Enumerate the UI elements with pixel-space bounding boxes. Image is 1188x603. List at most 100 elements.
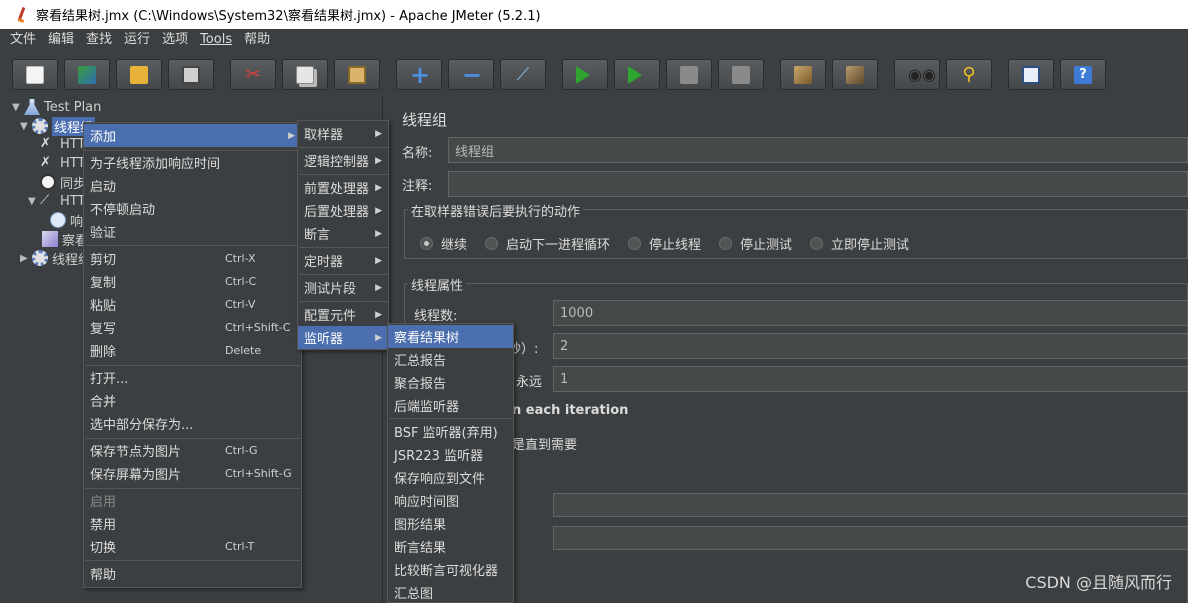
start-no-pauses-button[interactable] (614, 59, 660, 90)
tree-node-thread-group[interactable]: ▶ 线程组 (20, 249, 91, 268)
expand-button[interactable]: + (396, 59, 442, 90)
expand-arrow-icon[interactable]: ▼ (28, 196, 40, 207)
menu-item-save-screen-image[interactable]: 保存屏幕为图片 Ctrl+Shift-G (84, 462, 301, 485)
radio-stop-thread[interactable]: 停止线程 (628, 234, 701, 253)
menu-item-save-selection-as[interactable]: 选中部分保存为... (84, 412, 301, 435)
menu-help[interactable]: 帮助 (238, 29, 276, 51)
submenu-item-assertion[interactable]: 断言 ▶ (298, 222, 388, 245)
shutdown-button[interactable] (718, 59, 764, 90)
tree-node-test-plan[interactable]: ▼ Test Plan (12, 98, 101, 116)
clear-all-button[interactable] (832, 59, 878, 90)
menu-bar: 文件 编辑 查找 运行 选项 Tools 帮助 (0, 29, 1188, 51)
expand-arrow-icon[interactable]: ▼ (12, 102, 24, 113)
radio-stop-test-now[interactable]: 立即停止测试 (810, 234, 909, 253)
reset-search-button[interactable]: ⚲ (946, 59, 992, 90)
submenu-item-config-element[interactable]: 配置元件 ▶ (298, 303, 388, 326)
listener-item-jsr223-listener[interactable]: JSR223 监听器 (388, 443, 513, 466)
menu-item-cut[interactable]: 剪切 Ctrl-X (84, 247, 301, 270)
submenu-item-logic-controller[interactable]: 逻辑控制器 ▶ (298, 149, 388, 172)
menu-item-duplicate[interactable]: 复写 Ctrl+Shift-C (84, 316, 301, 339)
menu-search[interactable]: 查找 (80, 29, 118, 51)
submenu-arrow-icon: ▶ (375, 255, 382, 266)
function-helper-button[interactable] (1008, 59, 1054, 90)
name-field[interactable]: 线程组 (448, 137, 1188, 163)
help-button[interactable]: ? (1060, 59, 1106, 90)
submenu-arrow-icon: ▶ (375, 309, 382, 320)
menu-item-delete[interactable]: 删除 Delete (84, 339, 301, 362)
listener-item-graph-results[interactable]: 图形结果 (388, 512, 513, 535)
menu-item-toggle[interactable]: 切换 Ctrl-T (84, 535, 301, 558)
listener-item-save-responses[interactable]: 保存响应到文件 (388, 466, 513, 489)
submenu-item-post-processor[interactable]: 后置处理器 ▶ (298, 199, 388, 222)
tree-node-http-request[interactable]: ✗ HTT (40, 154, 85, 172)
listener-item-assertion-results[interactable]: 断言结果 (388, 535, 513, 558)
tree-node-http-request[interactable]: ▼ ⟋ HTT (28, 192, 85, 210)
collapse-button[interactable]: − (448, 59, 494, 90)
menu-run[interactable]: 运行 (118, 29, 156, 51)
menu-item-save-node-image[interactable]: 保存节点为图片 Ctrl-G (84, 439, 301, 462)
menu-item-validate[interactable]: 验证 (84, 220, 301, 243)
cut-icon: ✂ (245, 63, 261, 85)
listener-item-summary-graph[interactable]: 汇总图 (388, 581, 513, 603)
listener-item-backend-listener[interactable]: 后端监听器 (388, 394, 513, 417)
menu-options[interactable]: 选项 (156, 29, 194, 51)
menu-file[interactable]: 文件 (0, 29, 42, 51)
menu-separator (299, 274, 389, 275)
menu-item-merge[interactable]: 合并 (84, 389, 301, 412)
loop-count-field[interactable]: 1 (553, 366, 1188, 392)
stop-button[interactable] (666, 59, 712, 90)
cut-button[interactable]: ✂ (230, 59, 276, 90)
menu-item-start-no-pauses[interactable]: 不停顿启动 (84, 197, 301, 220)
menu-item-paste[interactable]: 粘贴 Ctrl-V (84, 293, 301, 316)
menu-item-enable[interactable]: 启用 (84, 489, 301, 512)
radio-start-next-loop[interactable]: 启动下一进程循环 (485, 234, 610, 253)
tree-node-response-assertion[interactable]: 响 (50, 211, 83, 230)
submenu-item-pre-processor[interactable]: 前置处理器 ▶ (298, 176, 388, 199)
copy-icon (296, 65, 314, 84)
comment-field[interactable] (448, 171, 1188, 197)
listener-item-response-time-graph[interactable]: 响应时间图 (388, 489, 513, 512)
start-button[interactable] (562, 59, 608, 90)
listener-item-summary-report[interactable]: 汇总报告 (388, 348, 513, 371)
menu-item-add[interactable]: 添加 ▶ (84, 124, 301, 147)
submenu-item-timer[interactable]: 定时器 ▶ (298, 249, 388, 272)
rampup-field[interactable]: 2 (553, 333, 1188, 359)
radio-continue[interactable]: 继续 (420, 234, 467, 253)
threads-field[interactable]: 1000 (553, 300, 1188, 326)
listener-item-aggregate-report[interactable]: 聚合报告 (388, 371, 513, 394)
magnifier-icon (50, 212, 66, 228)
copy-button[interactable] (282, 59, 328, 90)
menu-item-help[interactable]: 帮助 (84, 562, 301, 585)
new-icon (26, 65, 44, 84)
collapsed-arrow-icon[interactable]: ▶ (20, 253, 32, 264)
startup-delay-field[interactable] (553, 526, 1188, 550)
radio-stop-test[interactable]: 停止测试 (719, 234, 792, 253)
tree-node-sync-timer[interactable]: 同步 (40, 173, 86, 192)
submenu-item-listener[interactable]: 监听器 ▶ (298, 326, 388, 349)
listener-item-comparison-visualizer[interactable]: 比较断言可视化器 (388, 558, 513, 581)
menu-edit[interactable]: 编辑 (42, 29, 80, 51)
tree-node-view-results[interactable]: 察看 (42, 230, 88, 249)
tree-node-http-request[interactable]: ✗ HTT (40, 135, 85, 153)
menu-tools[interactable]: Tools (194, 29, 238, 51)
paste-button[interactable] (334, 59, 380, 90)
submenu-item-test-fragment[interactable]: 测试片段 ▶ (298, 276, 388, 299)
clear-button[interactable] (780, 59, 826, 90)
open-button[interactable] (116, 59, 162, 90)
save-button[interactable] (168, 59, 214, 90)
menu-separator (85, 245, 302, 246)
new-button[interactable] (12, 59, 58, 90)
duration-field[interactable] (553, 493, 1188, 517)
menu-item-copy[interactable]: 复制 Ctrl-C (84, 270, 301, 293)
submenu-item-sampler[interactable]: 取样器 ▶ (298, 122, 388, 145)
expand-arrow-icon[interactable]: ▼ (20, 121, 32, 132)
menu-item-disable[interactable]: 禁用 (84, 512, 301, 535)
search-button[interactable]: ◉◉ (894, 59, 940, 90)
listener-item-view-results-tree[interactable]: 察看结果树 (388, 325, 513, 348)
menu-item-start[interactable]: 启动 (84, 174, 301, 197)
templates-button[interactable] (64, 59, 110, 90)
menu-item-open[interactable]: 打开... (84, 366, 301, 389)
menu-item-add-think-times[interactable]: 为子线程添加响应时间 (84, 151, 301, 174)
listener-item-bsf-listener[interactable]: BSF 监听器(弃用) (388, 420, 513, 443)
toggle-button[interactable]: ⟋ (500, 59, 546, 90)
